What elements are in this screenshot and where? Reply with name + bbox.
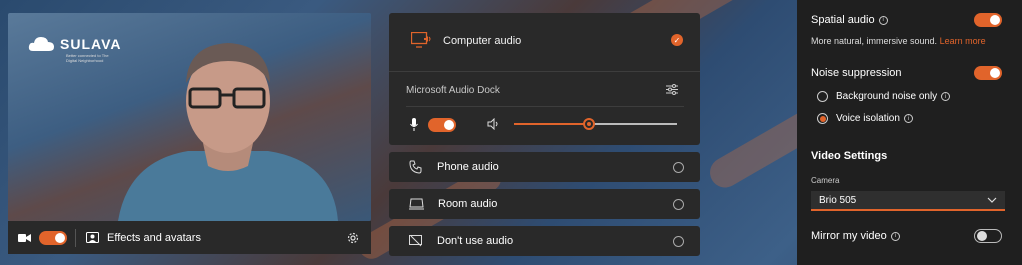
- device-settings-icon[interactable]: [666, 84, 678, 95]
- effects-icon[interactable]: [86, 232, 99, 243]
- computer-audio-icon: [411, 32, 431, 49]
- gear-icon[interactable]: [347, 232, 359, 244]
- background-noise-label: Background noise only: [836, 91, 938, 102]
- background-noise-radio[interactable]: [817, 91, 828, 102]
- speaker-icon: [487, 118, 500, 130]
- chevron-down-icon: [987, 197, 997, 203]
- camera-label: Camera: [811, 176, 840, 185]
- device-settings-panel: Spatial audio i More natural, immersive …: [797, 0, 1022, 265]
- info-icon[interactable]: i: [878, 15, 888, 25]
- no-audio-radio[interactable]: [673, 235, 684, 247]
- volume-thumb[interactable]: [582, 118, 595, 130]
- computer-audio-label: Computer audio: [443, 35, 522, 47]
- info-icon[interactable]: i: [890, 231, 900, 241]
- logo-text: SULAVA: [60, 36, 122, 52]
- microphone-icon: [410, 118, 418, 131]
- phone-audio-radio[interactable]: [673, 161, 684, 173]
- video-settings-heading: Video Settings: [811, 150, 888, 162]
- divider: [389, 71, 700, 72]
- company-logo: SULAVA: [28, 35, 121, 53]
- video-controls-bar: Effects and avatars: [8, 221, 371, 254]
- spatial-audio-description: More natural, immersive sound. Learn mor…: [811, 36, 986, 46]
- camera-select[interactable]: Brio 505: [811, 191, 1005, 211]
- info-icon[interactable]: i: [903, 114, 913, 123]
- cloud-icon: [28, 37, 54, 51]
- info-icon[interactable]: i: [941, 92, 951, 101]
- voice-isolation-label: Voice isolation: [836, 113, 900, 124]
- noise-suppression-toggle[interactable]: [974, 66, 1002, 80]
- camera-select-value: Brio 505: [819, 194, 857, 206]
- room-audio-label: Room audio: [438, 198, 498, 210]
- divider: [75, 228, 76, 247]
- spatial-audio-label: Spatial audio: [811, 14, 875, 26]
- effects-and-avatars-button[interactable]: Effects and avatars: [107, 232, 347, 244]
- camera-icon: [18, 233, 31, 243]
- microphone-toggle[interactable]: [428, 118, 456, 132]
- room-audio-radio[interactable]: [673, 198, 684, 210]
- phone-icon: [409, 160, 423, 174]
- no-audio-label: Don't use audio: [437, 235, 514, 247]
- divider: [406, 106, 684, 107]
- selected-check-icon: ✓: [671, 34, 683, 46]
- spatial-audio-row: Spatial audio i: [811, 13, 1002, 27]
- noise-suppression-row: Noise suppression: [811, 66, 1002, 80]
- learn-more-link[interactable]: Learn more: [940, 36, 986, 46]
- room-device-icon: [409, 198, 424, 210]
- no-audio-option[interactable]: Don't use audio: [389, 226, 700, 256]
- logo-tagline: Better connected to The Digital Neighbor…: [66, 53, 109, 63]
- speaker-volume-slider[interactable]: [514, 118, 677, 130]
- voice-isolation-option[interactable]: Voice isolation i: [817, 113, 1002, 124]
- mirror-video-label: Mirror my video: [811, 230, 887, 242]
- participant-video: [118, 43, 338, 221]
- audio-device-name[interactable]: Microsoft Audio Dock: [406, 85, 500, 96]
- spatial-audio-desc-text: More natural, immersive sound.: [811, 36, 938, 46]
- room-audio-option[interactable]: Room audio: [389, 189, 700, 219]
- video-preview: SULAVA Better connected to The Digital N…: [8, 13, 371, 221]
- phone-audio-option[interactable]: Phone audio: [389, 152, 700, 182]
- voice-isolation-radio[interactable]: [817, 113, 828, 124]
- no-audio-icon: [409, 235, 423, 247]
- mirror-video-toggle[interactable]: [974, 229, 1002, 243]
- volume-fill: [514, 123, 589, 125]
- noise-suppression-label: Noise suppression: [811, 67, 902, 79]
- background-noise-option[interactable]: Background noise only i: [817, 91, 1002, 102]
- camera-toggle[interactable]: [39, 230, 67, 245]
- spatial-audio-toggle[interactable]: [974, 13, 1002, 27]
- mirror-video-row: Mirror my video i: [811, 229, 1002, 243]
- computer-audio-panel[interactable]: Computer audio ✓ Microsoft Audio Dock: [389, 13, 700, 145]
- phone-audio-label: Phone audio: [437, 161, 499, 173]
